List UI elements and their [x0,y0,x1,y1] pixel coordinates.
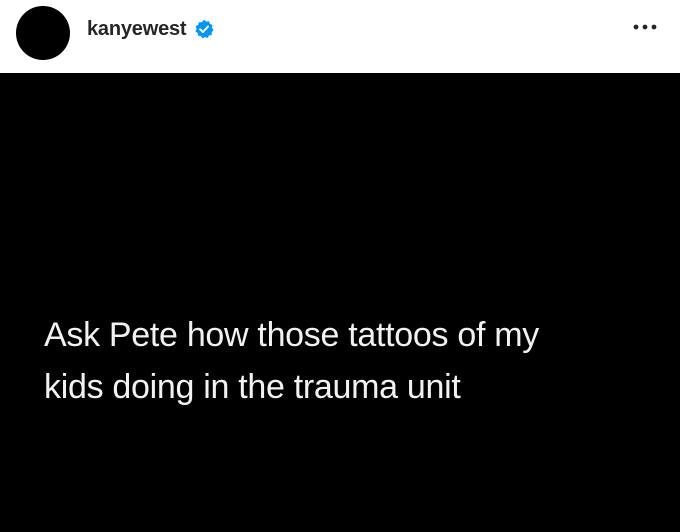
post-text: Ask Pete how those tattoos of my kids do… [44,309,644,413]
more-options-icon[interactable] [632,14,658,40]
verified-badge-icon [194,19,214,39]
post-text-line-2: kids doing in the trauma unit [44,368,461,406]
post-header: kanyewest [0,0,680,73]
username-link[interactable]: kanyewest [87,18,187,41]
post-image[interactable]: Ask Pete how those tattoos of my kids do… [0,73,680,532]
post-text-line-1: Ask Pete how those tattoos of my [44,316,539,354]
username-container: kanyewest [87,16,214,42]
instagram-post: kanyewest Ask Pete how those tattoos of … [0,0,680,532]
avatar[interactable] [16,6,70,60]
